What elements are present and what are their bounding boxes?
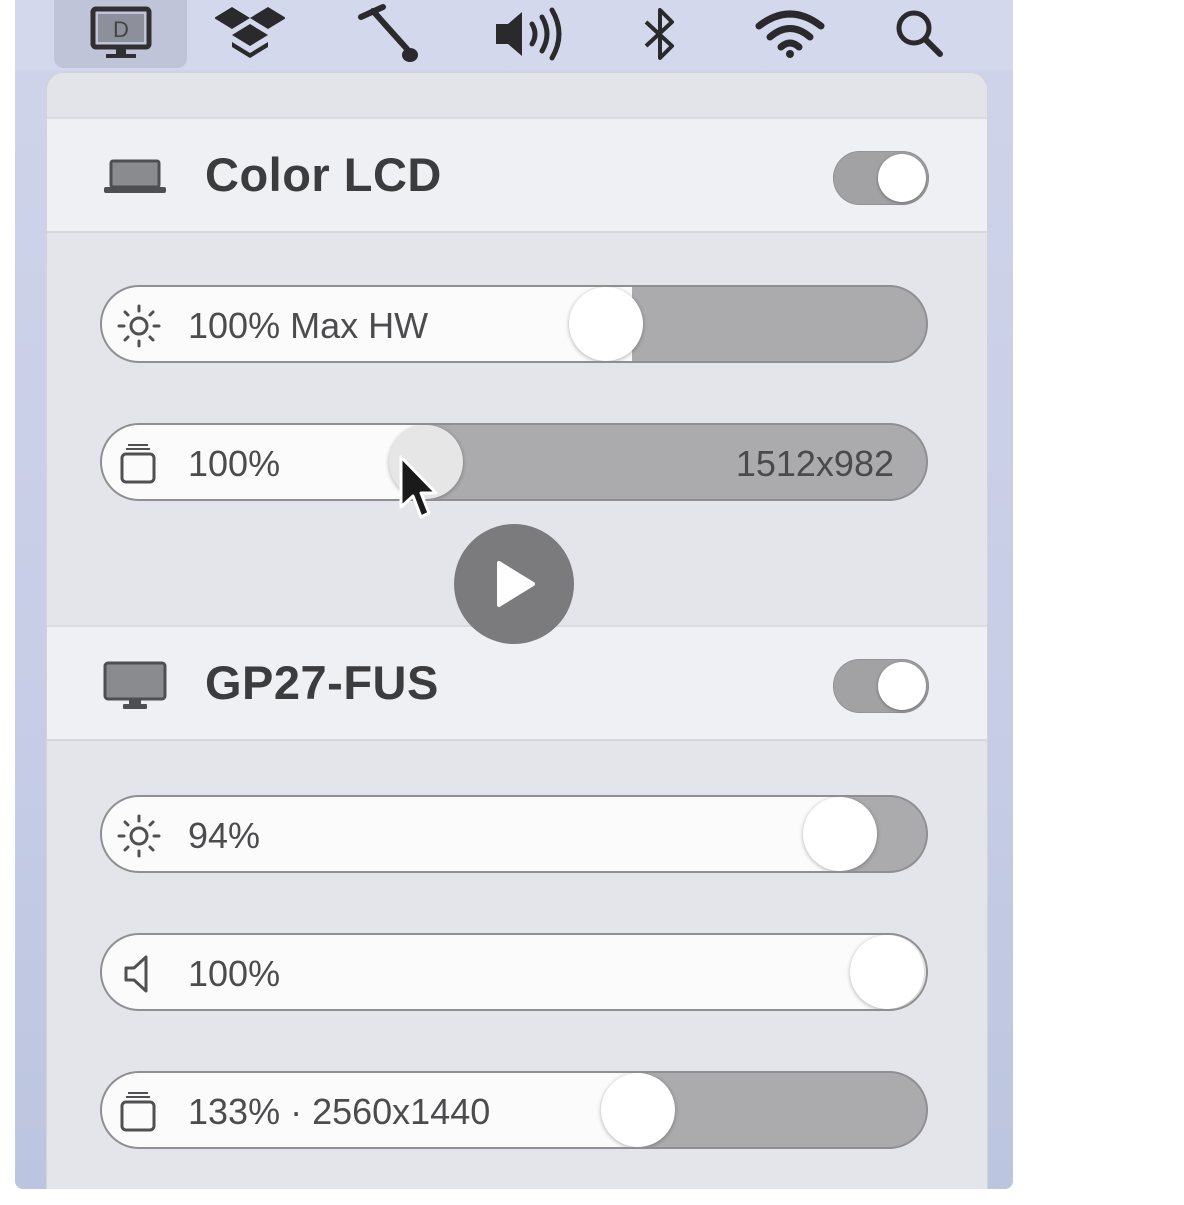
slider-thumb[interactable] [601,1073,675,1147]
toggle-knob [878,154,926,202]
menubar-tool[interactable] [348,0,428,68]
menubar-volume[interactable] [485,0,575,68]
menubar-wifi[interactable] [750,0,830,68]
resolution-slider[interactable]: 100% 1512x982 [100,423,928,501]
resolution-slider[interactable]: 133% · 2560x1440 [100,1071,928,1149]
dropbox-icon [215,7,285,58]
sun-icon [116,814,162,863]
play-button[interactable] [454,524,574,644]
play-icon [497,561,535,607]
slider-thumb[interactable] [569,287,643,361]
slider-thumb[interactable] [803,797,877,871]
brightness-slider[interactable]: 100% Max HW [100,285,928,363]
menubar-display-app[interactable]: D [54,0,187,68]
scale-icon [116,1090,160,1139]
display-name: Color LCD [205,148,442,201]
menubar-bluetooth[interactable] [630,0,690,68]
panel-top-spacer [47,73,987,117]
search-icon [896,10,943,57]
wifi-icon [755,10,825,58]
display-enabled-toggle[interactable] [833,659,929,713]
volume-icon [496,7,562,61]
svg-text:D: D [113,17,129,42]
display-app-icon: D [90,6,151,58]
slider-thumb[interactable] [850,935,924,1009]
brightness-value: 94% [188,815,261,856]
speaker-icon [116,952,160,1001]
display-name: GP27-FUS [205,656,439,709]
monitor-icon [103,661,167,716]
volume-slider[interactable]: 100% [100,933,928,1011]
menubar-dropbox[interactable] [210,0,290,68]
mouse-cursor-icon [398,455,438,530]
resolution-value: 1512x982 [735,443,894,484]
screen: D Color LCD 100% Max HW 100% 1512x982 GP… [15,0,1013,1189]
menubar-search[interactable] [885,0,955,68]
brightness-slider[interactable]: 94% [100,795,928,873]
resolution-value: 133% · 2560x1440 [188,1091,491,1132]
bluetooth-icon [644,8,674,60]
tool-icon [358,4,418,62]
laptop-icon [103,159,167,200]
menu-bar: D [15,0,1013,70]
display-enabled-toggle[interactable] [833,151,929,205]
display-header-color-lcd: Color LCD [47,117,987,233]
volume-value: 100% [188,953,281,994]
resolution-scale-value: 100% [188,443,281,484]
toggle-knob [878,662,926,710]
scale-icon [116,442,160,491]
brightness-value: 100% Max HW [188,305,429,346]
sun-icon [116,304,162,353]
